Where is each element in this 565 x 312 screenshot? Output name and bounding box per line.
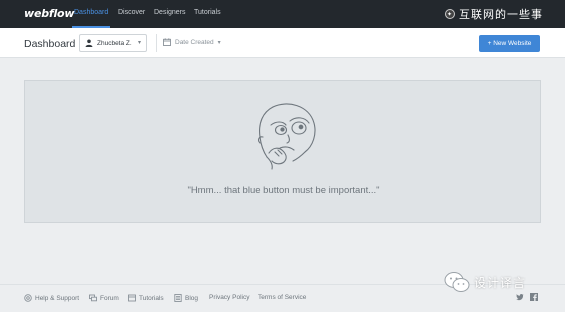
- watermark-top: ✦ 互联网的一些事: [445, 6, 543, 22]
- new-website-button[interactable]: + New Website: [479, 35, 540, 52]
- twitter-icon[interactable]: [516, 293, 524, 301]
- footer-link-blog[interactable]: Blog: [174, 294, 198, 302]
- user-selector[interactable]: Zhucbeta Z. ▾: [79, 34, 147, 52]
- wechat-icon: [444, 272, 470, 292]
- help-icon: [24, 294, 32, 302]
- chevron-down-icon: ▾: [137, 40, 141, 46]
- page-title: Dashboard: [24, 38, 76, 50]
- header-divider: [156, 34, 157, 52]
- footer-link-label: Help & Support: [35, 294, 80, 302]
- footer-link-forum[interactable]: Forum: [89, 294, 119, 302]
- user-selector-value: Zhucbeta Z.: [97, 39, 132, 47]
- sort-selector-value: Date Created: [175, 38, 214, 46]
- thinking-face-icon: [258, 103, 316, 170]
- person-icon: [85, 39, 93, 47]
- footer-link-tutorials[interactable]: Tutorials: [128, 294, 164, 302]
- footer-link-label: Forum: [100, 294, 119, 302]
- nav-designers[interactable]: Designers: [154, 9, 186, 16]
- chevron-down-icon: ▾: [217, 39, 221, 46]
- watermark-top-text: 互联网的一些事: [459, 9, 543, 21]
- empty-state-message: "Hmm... that blue button must be importa…: [187, 185, 380, 196]
- footer-link-label: Blog: [185, 294, 199, 302]
- footer-link-label: Tutorials: [139, 294, 164, 302]
- calendar-icon: [163, 38, 171, 46]
- watermark-bottom-text: 设计译言: [474, 275, 527, 290]
- watermark-bottom: 设计译言: [444, 271, 526, 293]
- tutorials-icon: [128, 294, 136, 302]
- empty-state-panel: "Hmm... that blue button must be importa…: [24, 80, 541, 223]
- blog-icon: [174, 294, 182, 302]
- nav-discover[interactable]: Discover: [118, 9, 145, 16]
- webflow-logo[interactable]: webflow: [24, 7, 75, 20]
- nav-tutorials[interactable]: Tutorials: [194, 9, 221, 16]
- globe-icon: ✦: [445, 9, 455, 19]
- footer-link-terms[interactable]: Terms of Service: [258, 294, 306, 301]
- footer-link-help[interactable]: Help & Support: [24, 294, 79, 302]
- top-navbar: webflow Dashboard Discover Designers Tut…: [0, 0, 565, 28]
- forum-icon: [89, 294, 97, 302]
- nav-dashboard[interactable]: Dashboard: [74, 9, 108, 16]
- footer-link-privacy[interactable]: Privacy Policy: [209, 294, 249, 301]
- facebook-icon[interactable]: [530, 293, 538, 301]
- sort-selector[interactable]: Date Created ▾: [163, 38, 221, 46]
